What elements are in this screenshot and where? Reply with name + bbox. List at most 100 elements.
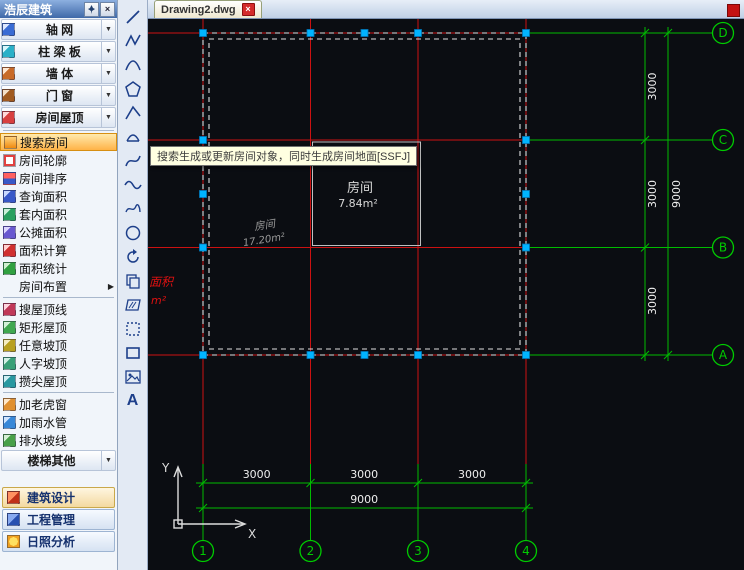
search-roofline-icon (3, 302, 16, 316)
svg-text:2: 2 (307, 544, 315, 558)
svg-text:9000: 9000 (350, 493, 378, 506)
svg-text:9000: 9000 (670, 180, 683, 208)
pin-icon[interactable] (84, 1, 99, 17)
chevron-down-icon[interactable]: ▼ (101, 20, 115, 39)
sidebar-item-label: 墙 体 (45, 67, 74, 81)
sidebar-item-room-outline[interactable]: 房间轮廓 (0, 151, 117, 169)
drawing-canvas[interactable]: 3000 3000 3000 9000 3000 3000 3000 9000 … (148, 19, 744, 570)
sidebar-item-add-downpipe[interactable]: 加雨水管 (0, 413, 117, 431)
sidebar-item-door-window[interactable]: 门 窗 ▼ (1, 85, 116, 106)
rect-tool-icon[interactable] (120, 341, 146, 365)
any-slope-roof-icon (3, 338, 16, 352)
svg-text:1: 1 (199, 544, 207, 558)
svg-text:m²: m² (151, 294, 167, 307)
search-room-icon (4, 135, 17, 149)
sidebar-item-room-sort[interactable]: 房间排序 (0, 169, 117, 187)
sidebar-item-query-area[interactable]: 查询面积 (0, 187, 117, 205)
sidebar-item-room-roof[interactable]: 房间屋顶 ▼ (1, 107, 116, 128)
svg-text:X: X (248, 527, 256, 541)
chevron-down-icon[interactable]: ▼ (101, 42, 115, 61)
sidebar-item-stairs-other[interactable]: 楼梯其他 ▼ (1, 450, 116, 471)
axis-grid-icon (2, 23, 15, 36)
pyramid-roof-icon (3, 374, 16, 388)
sidebar-item-search-roofline[interactable]: 搜屋顶线 (0, 300, 117, 318)
line-tool-icon[interactable] (120, 5, 146, 29)
hatch-tool-icon[interactable] (120, 293, 146, 317)
sidebar-item-label: 门 窗 (45, 89, 74, 103)
sidebar-item-label: 轴 网 (45, 23, 74, 37)
circle-tool-icon[interactable] (120, 221, 146, 245)
sidebar-item-area-stats[interactable]: 面积统计 (0, 259, 117, 277)
sidebar-item-wall[interactable]: 墙 体 ▼ (1, 63, 116, 84)
room-sort-icon (3, 171, 16, 185)
svg-text:房间: 房间 (347, 180, 373, 196)
tab-drawing2[interactable]: Drawing2.dwg × (154, 0, 262, 18)
sidebar-item-add-dormer[interactable]: 加老虎窗 (0, 395, 117, 413)
tab-close-icon[interactable]: × (241, 3, 255, 16)
sidebar-item-gable-roof[interactable]: 人字坡顶 (0, 354, 117, 372)
panel-titlebar[interactable]: 浩辰建筑 × (0, 0, 117, 18)
tabbar-close-button[interactable] (727, 4, 740, 17)
freehand-curve-tool-icon[interactable] (120, 197, 146, 221)
axis-bubble-letters: D C B A (718, 26, 728, 362)
grip-handle (522, 136, 530, 144)
chevron-down-icon[interactable]: ▼ (101, 451, 115, 470)
svg-text:3000: 3000 (458, 468, 486, 481)
polygon-tool-icon[interactable] (120, 77, 146, 101)
svg-text:3000: 3000 (646, 287, 659, 315)
text-tool-icon[interactable]: A (120, 389, 146, 413)
mode-arch-design[interactable]: 建筑设计 (2, 487, 115, 508)
gable-roof-icon (3, 356, 16, 370)
grip-handle (306, 351, 315, 359)
axis-bubbles-bottom (191, 539, 538, 563)
spline-tool-icon[interactable] (120, 149, 146, 173)
sidebar-item-label: 房间屋顶 (35, 111, 84, 125)
sidebar-item-pyramid-roof[interactable]: 攒尖屋顶 (0, 372, 117, 390)
wave-tool-icon[interactable] (120, 173, 146, 197)
tab-label: Drawing2.dwg (161, 3, 236, 16)
mode-project-mgmt[interactable]: 工程管理 (2, 509, 115, 530)
rect-roof-icon (3, 320, 16, 334)
mode-sunlight-analysis[interactable]: 日照分析 (2, 531, 115, 552)
sidebar-item-any-slope-roof[interactable]: 任意坡顶 (0, 336, 117, 354)
sidebar-item-area-calc[interactable]: 面积计算 (0, 241, 117, 259)
grip-handle (414, 351, 422, 359)
copy-tool-icon[interactable] (120, 269, 146, 293)
column-beam-slab-icon (2, 45, 15, 58)
chevron-down-icon[interactable]: ▼ (101, 64, 115, 83)
sidebar-item-column-beam-slab[interactable]: 柱 梁 板 ▼ (1, 41, 116, 62)
grip-handle (522, 351, 530, 359)
image-tool-icon[interactable] (120, 365, 146, 389)
command-tooltip: 搜索生成或更新房间对象，同时生成房间地面[SSFJ] (150, 146, 418, 166)
svg-text:B: B (719, 241, 727, 255)
sidebar-item-drainage-slope[interactable]: 排水坡线 (0, 431, 117, 449)
main-area: Drawing2.dwg × 3000 3000 3000 9000 3000 … (148, 0, 744, 570)
svg-text:3: 3 (414, 544, 422, 558)
sidebar-item-room-layout[interactable]: 房间布置 ▶ (0, 277, 117, 295)
sidebar-item-axis-grid[interactable]: 轴 网 ▼ (1, 19, 116, 40)
room1-label: 房间 7.84m² (338, 180, 378, 210)
arc-chord-tool-icon[interactable] (120, 125, 146, 149)
sidebar-item-rect-roof[interactable]: 矩形屋顶 (0, 318, 117, 336)
rotate-tool-icon[interactable] (120, 245, 146, 269)
close-icon[interactable]: × (100, 1, 115, 17)
sidebar-item-inner-area[interactable]: 套内面积 (0, 205, 117, 223)
sidebar-item-shared-area[interactable]: 公摊面积 (0, 223, 117, 241)
svg-text:D: D (718, 26, 727, 40)
grip-handle (360, 351, 369, 359)
grip-handle (414, 29, 422, 37)
arch-design-icon (7, 491, 20, 504)
polyline-tool-icon[interactable] (120, 29, 146, 53)
angle-line-tool-icon[interactable] (120, 101, 146, 125)
dashed-rect-tool-icon[interactable] (120, 317, 146, 341)
chevron-down-icon[interactable]: ▼ (101, 108, 115, 127)
arc-tool-icon[interactable] (120, 53, 146, 77)
grip-handle (199, 136, 207, 144)
sidebar-panel: 浩辰建筑 × 轴 网 ▼ 柱 梁 板 ▼ 墙 体 ▼ 门 窗 ▼ 房间屋顶 ▼ … (0, 0, 118, 570)
add-downpipe-icon (3, 415, 16, 429)
svg-text:3000: 3000 (350, 468, 378, 481)
sidebar-item-search-room[interactable]: 搜索房间 (0, 133, 117, 151)
chevron-down-icon[interactable]: ▼ (101, 86, 115, 105)
grip-handle (306, 29, 315, 37)
svg-text:A: A (719, 348, 728, 362)
